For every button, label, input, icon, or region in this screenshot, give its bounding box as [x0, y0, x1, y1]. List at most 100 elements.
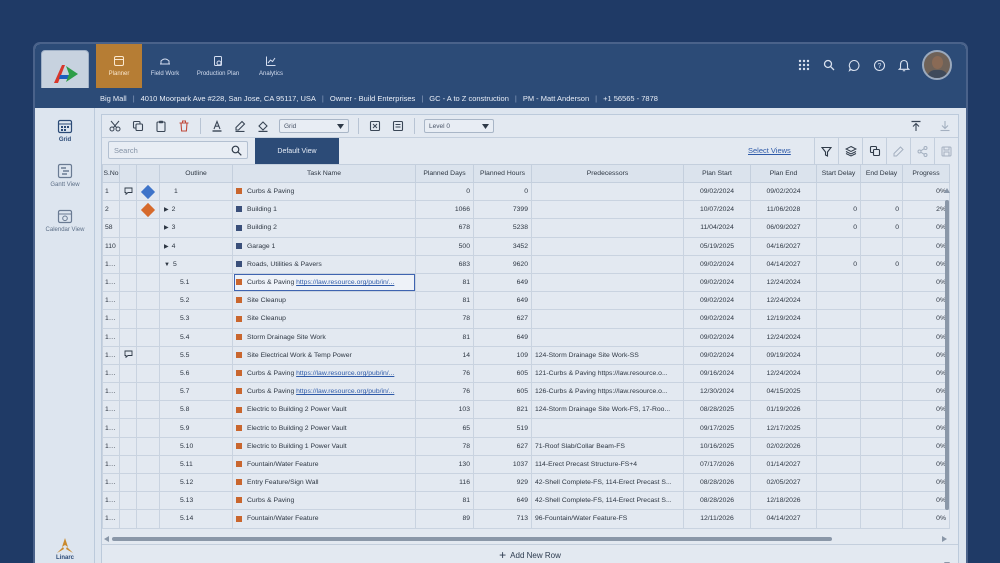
planned-hours-cell[interactable]: 713: [473, 509, 532, 529]
planned-days-cell[interactable]: 678: [415, 218, 474, 238]
table-row[interactable]: 123 5.3 Site Cleanup 78 627 09/02/2024 12/19/2…: [102, 309, 950, 329]
comment-cell[interactable]: [119, 454, 137, 475]
planned-days-cell[interactable]: 81: [415, 491, 474, 511]
comment-cell[interactable]: [119, 218, 137, 238]
vertical-scroll-thumb[interactable]: [945, 200, 949, 510]
plan-end-cell[interactable]: 09/02/2024: [750, 181, 817, 202]
collapse-top-icon[interactable]: [909, 119, 923, 133]
column-header[interactable]: [136, 164, 160, 183]
planned-hours-cell[interactable]: 649: [473, 327, 532, 347]
predecessors-cell[interactable]: [531, 200, 684, 220]
table-row[interactable]: 130 5.10 Electric to Building 1 Power Vaul…: [102, 436, 950, 456]
predecessors-cell[interactable]: [531, 181, 684, 202]
column-header[interactable]: End Delay: [860, 164, 903, 183]
comment-cell[interactable]: [119, 472, 137, 493]
task-name-cell[interactable]: Building 2: [232, 218, 416, 238]
tab-analytics[interactable]: Analytics: [249, 44, 293, 88]
duplicate-icon[interactable]: [862, 138, 886, 164]
plan-start-cell[interactable]: 11/04/2024: [683, 218, 751, 238]
task-name-cell[interactable]: Site Cleanup: [232, 291, 416, 311]
task-name-cell[interactable]: Curbs & Paving https://law.resource.org/…: [232, 363, 416, 384]
predecessors-cell[interactable]: 42-Shell Complete-FS, 114-Erect Precast …: [531, 491, 684, 511]
predecessors-cell[interactable]: 71-Roof Slab/Collar Beam-FS: [531, 436, 684, 456]
task-name-cell[interactable]: Entry Feature/Sign Wall: [232, 472, 416, 493]
column-header[interactable]: Progress: [902, 164, 950, 183]
task-link[interactable]: https://law.resource.org/pub/in/...: [296, 279, 394, 286]
planned-days-cell[interactable]: 1066: [415, 200, 474, 220]
planned-days-cell[interactable]: 76: [415, 363, 474, 384]
plan-start-cell[interactable]: 10/07/2024: [683, 200, 751, 220]
table-row[interactable]: 133 5.13 Curbs & Paving 81 649 42-Shell Compl…: [102, 491, 950, 511]
planned-hours-cell[interactable]: 605: [473, 363, 532, 384]
horizontal-scroll-thumb[interactable]: [112, 537, 832, 541]
predecessors-cell[interactable]: [531, 291, 684, 311]
task-name-cell[interactable]: Storm Drainage Site Work: [232, 327, 416, 347]
predecessors-cell[interactable]: 124-Storm Drainage Site Work-SS: [531, 345, 684, 365]
planned-hours-cell[interactable]: 109: [473, 345, 532, 365]
column-header[interactable]: Plan Start: [683, 164, 751, 183]
task-name-cell[interactable]: Site Electrical Work & Temp Power: [232, 345, 416, 365]
predecessors-cell[interactable]: [531, 254, 684, 274]
sidebar-item-grid[interactable]: Grid: [35, 118, 95, 143]
horizontal-scrollbar[interactable]: [102, 534, 958, 544]
share-icon[interactable]: [910, 138, 934, 164]
column-header[interactable]: S.No: [102, 164, 120, 183]
planned-days-cell[interactable]: 0: [415, 181, 474, 202]
plan-end-cell[interactable]: 01/14/2027: [750, 454, 817, 475]
user-avatar[interactable]: [922, 50, 952, 80]
default-view-tab[interactable]: Default View: [255, 138, 339, 164]
table-row[interactable]: 120 ▼ 5 Roads, Utilities & Pavers 683 9620 09/…: [102, 254, 950, 274]
planned-hours-cell[interactable]: 7399: [473, 200, 532, 220]
task-name-cell[interactable]: Garage 1: [232, 236, 416, 256]
excel-export-icon[interactable]: [368, 119, 382, 133]
planned-days-cell[interactable]: 65: [415, 418, 474, 438]
planned-hours-cell[interactable]: 649: [473, 272, 532, 293]
planned-hours-cell[interactable]: 5238: [473, 218, 532, 238]
plan-end-cell[interactable]: 04/14/2027: [750, 254, 817, 274]
plan-end-cell[interactable]: 04/14/2027: [750, 509, 817, 529]
comment-cell[interactable]: [119, 181, 137, 202]
scroll-left-icon[interactable]: [104, 536, 109, 542]
plan-end-cell[interactable]: 04/15/2025: [750, 382, 817, 402]
comment-cell[interactable]: [119, 345, 137, 365]
predecessors-cell[interactable]: 121-Curbs & Paving https://law.resource.…: [531, 363, 684, 384]
planned-hours-cell[interactable]: 1037: [473, 454, 532, 475]
predecessors-cell[interactable]: 96-Fountain/Water Feature-FS: [531, 509, 684, 529]
comment-cell[interactable]: [119, 272, 137, 293]
text-color-icon[interactable]: [210, 119, 224, 133]
plan-start-cell[interactable]: 05/19/2025: [683, 236, 751, 256]
table-row[interactable]: 128 5.8 Electric to Building 2 Power Vault…: [102, 400, 950, 420]
predecessors-cell[interactable]: 124-Storm Drainage Site Work-FS, 17-Roo.…: [531, 400, 684, 420]
plan-end-cell[interactable]: 12/17/2025: [750, 418, 817, 438]
task-name-cell[interactable]: Roads, Utilities & Pavers: [232, 254, 416, 274]
fill-color-icon[interactable]: [256, 119, 270, 133]
planned-days-cell[interactable]: 103: [415, 400, 474, 420]
planned-days-cell[interactable]: 81: [415, 327, 474, 347]
predecessors-cell[interactable]: 114-Erect Precast Structure-FS+4: [531, 454, 684, 475]
planned-days-cell[interactable]: 76: [415, 382, 474, 402]
table-row[interactable]: 134 5.14 Fountain/Water Feature 89 713 96-Fou…: [102, 509, 950, 529]
planned-hours-cell[interactable]: 9620: [473, 254, 532, 274]
comment-cell[interactable]: [119, 200, 137, 220]
column-header[interactable]: Planned Days: [415, 164, 474, 183]
comment-cell[interactable]: [119, 309, 137, 329]
column-header[interactable]: Predecessors: [531, 164, 684, 183]
comment-cell[interactable]: [119, 436, 137, 456]
table-row[interactable]: 126 5.6 Curbs & Paving https://law.resourc…: [102, 363, 950, 384]
plan-end-cell[interactable]: 01/19/2026: [750, 400, 817, 420]
save-icon[interactable]: [934, 138, 958, 164]
help-icon[interactable]: ?: [872, 58, 886, 72]
plan-end-cell[interactable]: 02/02/2026: [750, 436, 817, 456]
plan-start-cell[interactable]: 08/28/2026: [683, 472, 751, 493]
plan-end-cell[interactable]: 12/24/2024: [750, 291, 817, 311]
plan-start-cell[interactable]: 12/30/2024: [683, 382, 751, 402]
sidebar-item-gantt[interactable]: Gantt View: [35, 163, 95, 188]
expand-caret-icon[interactable]: ▶: [164, 224, 169, 231]
planned-days-cell[interactable]: 78: [415, 309, 474, 329]
planned-days-cell[interactable]: 78: [415, 436, 474, 456]
comment-cell[interactable]: [119, 418, 137, 438]
copy-icon[interactable]: [131, 119, 145, 133]
plan-end-cell[interactable]: 04/16/2027: [750, 236, 817, 256]
task-name-cell[interactable]: Curbs & Paving: [232, 491, 416, 511]
planned-hours-cell[interactable]: 821: [473, 400, 532, 420]
